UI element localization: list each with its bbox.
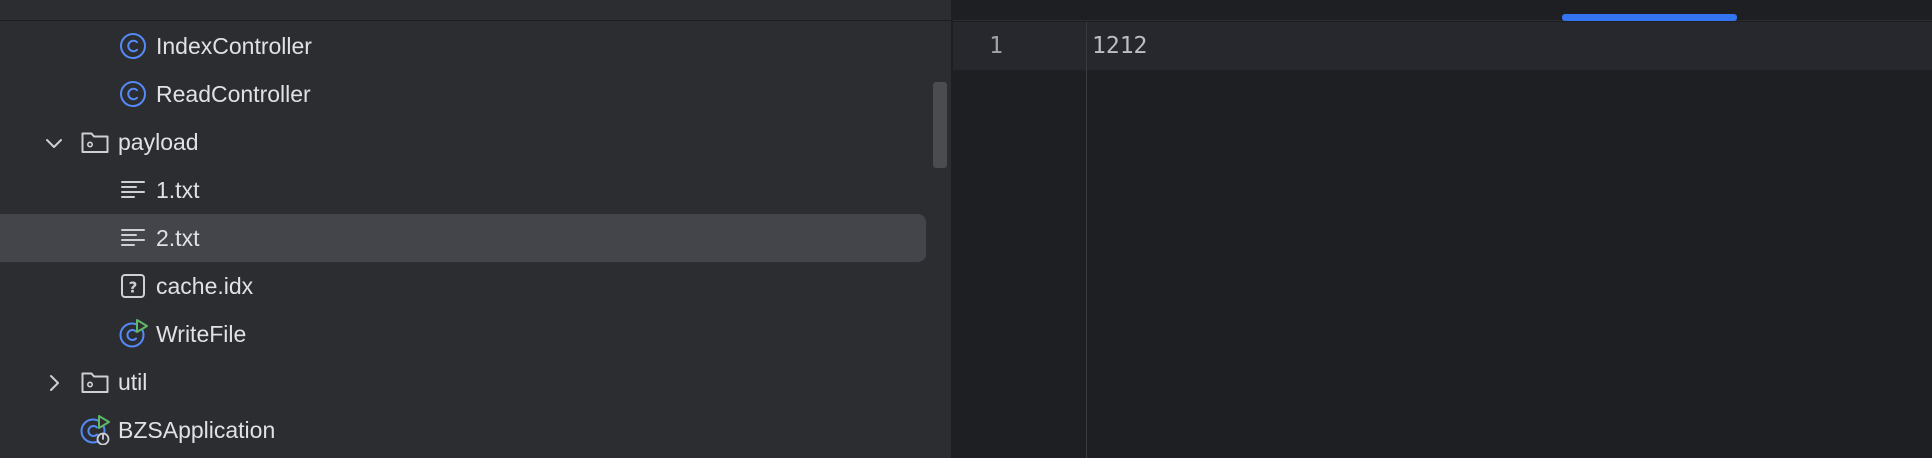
tree-item-label: 1.txt	[156, 177, 200, 203]
spring-boot-app-icon	[80, 415, 110, 446]
svg-text:?: ?	[129, 279, 138, 297]
tree-item-bzsapplication[interactable]: BZSApplication	[0, 406, 951, 454]
tree-item-util-folder[interactable]: util	[0, 358, 951, 406]
java-class-icon	[118, 31, 148, 61]
tree-item-readcontroller[interactable]: ReadController	[0, 70, 951, 118]
tree-scrollbar-thumb[interactable]	[933, 82, 947, 168]
unknown-file-icon: ?	[118, 271, 148, 301]
tree-item-1-txt[interactable]: 1.txt	[0, 166, 951, 214]
text-file-icon	[118, 223, 148, 253]
tree-item-label: IndexController	[156, 33, 312, 59]
tree-item-writefile[interactable]: WriteFile	[0, 310, 951, 358]
runnable-class-icon	[118, 319, 148, 349]
code-line[interactable]: 1212	[1092, 22, 1147, 70]
tree-item-indexcontroller[interactable]: IndexController	[0, 22, 951, 70]
tree-item-2-txt[interactable]: 2.txt	[0, 214, 951, 262]
tree-header-divider	[0, 20, 951, 21]
gutter-divider	[1086, 22, 1087, 458]
line-number: 1	[989, 33, 1003, 59]
tree-item-payload-folder[interactable]: payload	[0, 118, 951, 166]
tree-item-cache-idx[interactable]: ? cache.idx	[0, 262, 951, 310]
editor-tab-strip	[953, 0, 1932, 21]
project-tree-panel: IndexController ReadController payload 1…	[0, 0, 951, 458]
tree-item-label: 2.txt	[156, 225, 200, 251]
ide-window: IndexController ReadController payload 1…	[0, 0, 1932, 458]
tree-item-label: cache.idx	[156, 273, 254, 299]
folder-icon	[80, 367, 110, 397]
tree-item-label: ReadController	[156, 81, 311, 107]
java-class-icon	[118, 79, 148, 109]
tree-item-label: util	[118, 369, 148, 395]
folder-icon	[80, 127, 110, 157]
active-tab-indicator	[1562, 14, 1737, 21]
chevron-right-icon[interactable]	[44, 372, 64, 392]
tree-item-label: payload	[118, 129, 199, 155]
tree-item-label: WriteFile	[156, 321, 247, 347]
tree-item-label: BZSApplication	[118, 417, 276, 443]
editor-area: 1 1212	[953, 0, 1932, 458]
text-file-icon	[118, 175, 148, 205]
chevron-down-icon[interactable]	[44, 132, 64, 152]
